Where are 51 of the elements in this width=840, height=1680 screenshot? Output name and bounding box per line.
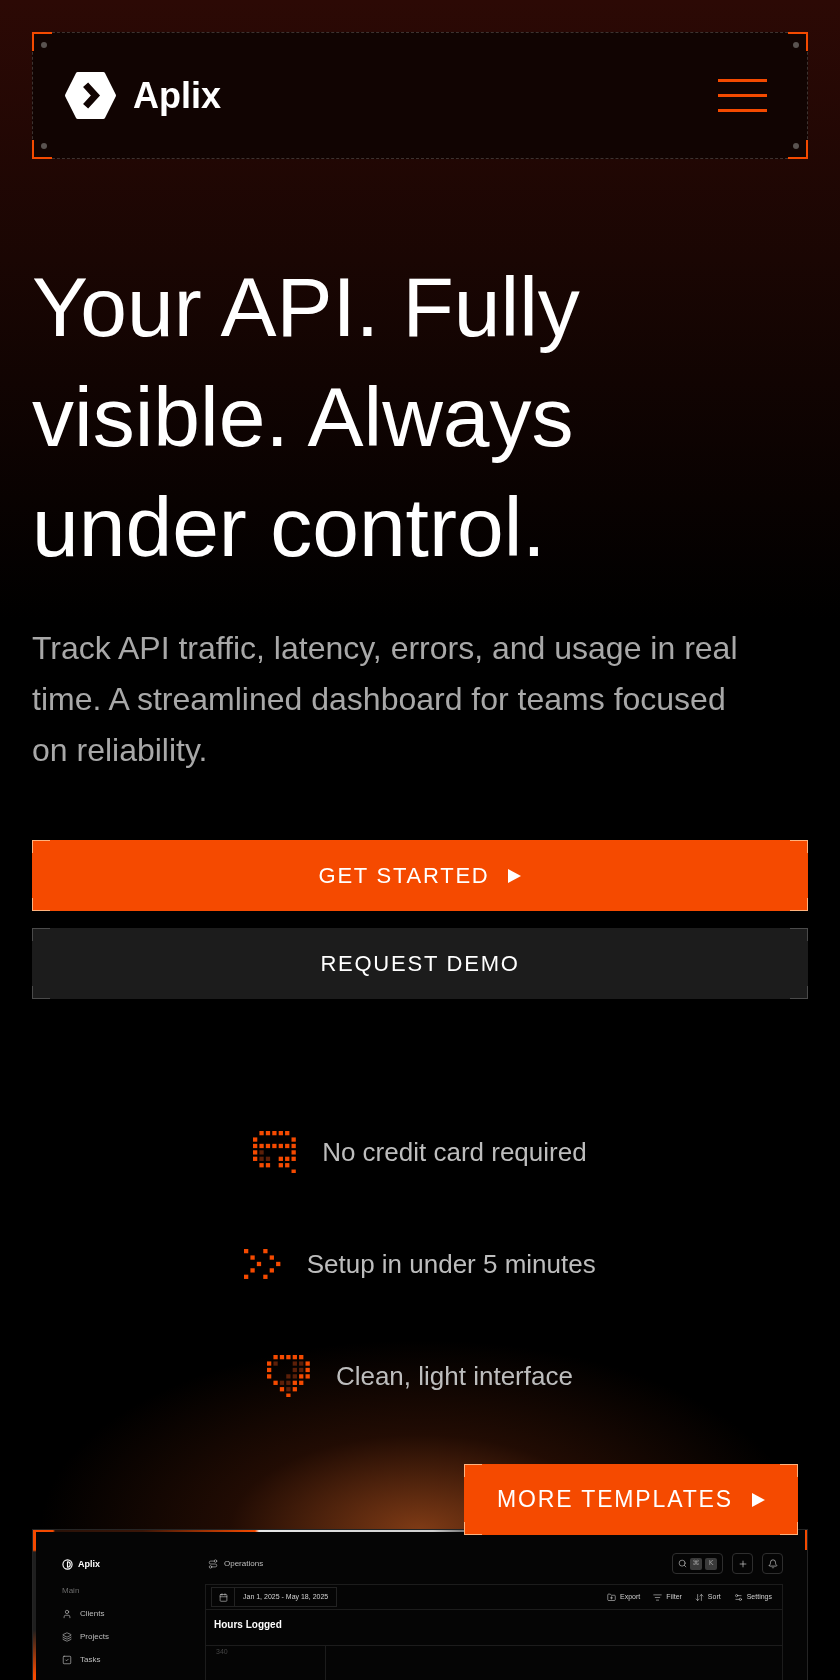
secondary-button[interactable]: REQUEST DEMO	[32, 928, 808, 999]
logo-icon	[62, 1558, 73, 1570]
brand-name: Aplix	[133, 77, 221, 114]
primary-button[interactable]: GET STARTED	[32, 840, 808, 911]
hero-subtitle: Track API traffic, latency, errors, and usage in real time. A streamlined dashboard for teams focused on reliability.	[32, 629, 739, 770]
corner-bracket	[464, 1464, 482, 1477]
corner-bracket	[32, 928, 50, 941]
route-icon	[208, 1558, 218, 1569]
corner-bracket	[790, 928, 808, 941]
calendar-icon	[218, 1592, 228, 1602]
add-button[interactable]	[732, 1553, 753, 1574]
sidebar-item[interactable]: Clients	[62, 1608, 105, 1619]
section-label: Main	[62, 1586, 80, 1596]
chart-title: Hours Logged	[214, 1619, 282, 1631]
feature-text: Clean, light interface	[335, 1359, 573, 1393]
corner-bracket	[790, 986, 808, 999]
sidebar-item[interactable]: Tasks	[62, 1654, 101, 1665]
notifications-button[interactable]	[762, 1553, 783, 1574]
logo-icon	[65, 72, 116, 119]
filter-icon	[653, 1592, 663, 1602]
corner-bracket	[464, 1522, 482, 1535]
menu-button[interactable]	[718, 79, 767, 112]
corner-bracket	[780, 1522, 798, 1535]
brand-name: Aplix	[78, 1558, 100, 1570]
pixel-card-icon	[253, 1130, 297, 1174]
checkbox-icon	[62, 1654, 72, 1665]
corner-bracket	[780, 1464, 798, 1477]
plus-icon	[737, 1558, 748, 1569]
sidebar-item[interactable]: Projects	[62, 1631, 109, 1642]
feature-text: No credit card required	[322, 1135, 587, 1169]
templates-button[interactable]: MORE TEMPLATES	[464, 1464, 798, 1535]
menu-icon	[718, 79, 767, 112]
sliders-icon	[733, 1592, 743, 1602]
sort-icon	[694, 1592, 704, 1602]
feature-text: Setup in under 5 minutes	[306, 1247, 596, 1281]
pixel-chevrons-icon	[244, 1249, 281, 1279]
corner-bracket	[32, 840, 50, 853]
layers-icon	[62, 1631, 72, 1642]
folder-plus-icon	[607, 1592, 617, 1602]
page-title: Operations	[224, 1557, 264, 1570]
corner-bracket	[32, 898, 50, 911]
corner-bracket	[790, 840, 808, 853]
person-icon	[62, 1608, 72, 1619]
corner-bracket	[32, 986, 50, 999]
play-icon	[508, 868, 522, 883]
play-icon	[751, 1492, 765, 1507]
search-icon	[678, 1559, 687, 1568]
pixel-shield-icon	[267, 1354, 310, 1398]
corner-bracket	[790, 898, 808, 911]
bell-icon	[767, 1558, 778, 1569]
hero-title: Your API. Fully visible. Always under control.	[32, 259, 581, 576]
